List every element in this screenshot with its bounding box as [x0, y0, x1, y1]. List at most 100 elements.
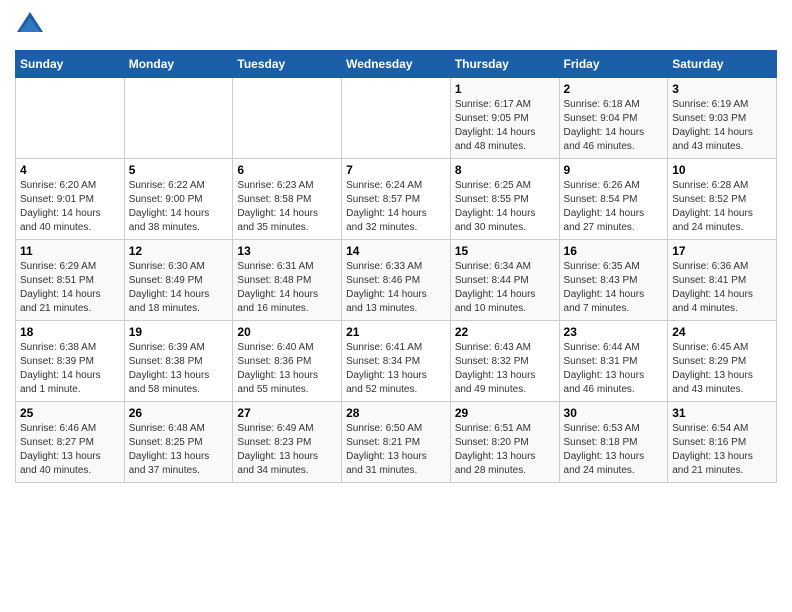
day-info: Sunrise: 6:29 AM Sunset: 8:51 PM Dayligh…	[20, 260, 120, 316]
calendar-cell: 6 Sunrise: 6:23 AM Sunset: 8:58 PM Daylig…	[233, 159, 342, 240]
day-info: Sunrise: 6:30 AM Sunset: 8:49 PM Dayligh…	[129, 260, 229, 316]
calendar-week-row: 18Sunrise: 6:38 AM Sunset: 8:39 PM Dayli…	[16, 321, 777, 402]
calendar-cell: 3 Sunrise: 6:19 AM Sunset: 9:03 PM Daylig…	[668, 78, 777, 159]
weekday-header: Wednesday	[342, 51, 451, 78]
day-number: 28	[346, 406, 446, 420]
calendar-cell: 5 Sunrise: 6:22 AM Sunset: 9:00 PM Daylig…	[124, 159, 233, 240]
calendar-cell	[342, 78, 451, 159]
day-number: 1	[455, 82, 555, 96]
day-info: Sunrise: 6:33 AM Sunset: 8:46 PM Dayligh…	[346, 260, 446, 316]
day-number: 6	[237, 163, 337, 177]
day-info: Sunrise: 6:35 AM Sunset: 8:43 PM Dayligh…	[564, 260, 664, 316]
day-number: 2	[564, 82, 664, 96]
calendar-cell: 18Sunrise: 6:38 AM Sunset: 8:39 PM Dayli…	[16, 321, 125, 402]
day-info: Sunrise: 6:23 AM Sunset: 8:58 PM Dayligh…	[237, 179, 337, 235]
day-info: Sunrise: 6:26 AM Sunset: 8:54 PM Dayligh…	[564, 179, 664, 235]
day-number: 29	[455, 406, 555, 420]
day-info: Sunrise: 6:50 AM Sunset: 8:21 PM Dayligh…	[346, 422, 446, 478]
calendar-cell: 20 Sunrise: 6:40 AM Sunset: 8:36 PM Dayli…	[233, 321, 342, 402]
day-info: Sunrise: 6:31 AM Sunset: 8:48 PM Dayligh…	[237, 260, 337, 316]
calendar-cell: 7 Sunrise: 6:24 AM Sunset: 8:57 PM Daylig…	[342, 159, 451, 240]
calendar-cell: 2 Sunrise: 6:18 AM Sunset: 9:04 PM Daylig…	[559, 78, 668, 159]
calendar-cell: 31 Sunrise: 6:54 AM Sunset: 8:16 PM Dayli…	[668, 402, 777, 483]
calendar-cell: 9 Sunrise: 6:26 AM Sunset: 8:54 PM Daylig…	[559, 159, 668, 240]
day-number: 15	[455, 244, 555, 258]
day-info: Sunrise: 6:18 AM Sunset: 9:04 PM Dayligh…	[564, 98, 664, 154]
day-info: Sunrise: 6:48 AM Sunset: 8:25 PM Dayligh…	[129, 422, 229, 478]
day-info: Sunrise: 6:46 AM Sunset: 8:27 PM Dayligh…	[20, 422, 120, 478]
day-number: 7	[346, 163, 446, 177]
day-info: Sunrise: 6:34 AM Sunset: 8:44 PM Dayligh…	[455, 260, 555, 316]
day-number: 12	[129, 244, 229, 258]
day-info: Sunrise: 6:51 AM Sunset: 8:20 PM Dayligh…	[455, 422, 555, 478]
day-info: Sunrise: 6:28 AM Sunset: 8:52 PM Dayligh…	[672, 179, 772, 235]
calendar-cell: 4Sunrise: 6:20 AM Sunset: 9:01 PM Daylig…	[16, 159, 125, 240]
calendar-cell	[16, 78, 125, 159]
calendar-cell: 17 Sunrise: 6:36 AM Sunset: 8:41 PM Dayli…	[668, 240, 777, 321]
day-info: Sunrise: 6:41 AM Sunset: 8:34 PM Dayligh…	[346, 341, 446, 397]
calendar-cell: 10 Sunrise: 6:28 AM Sunset: 8:52 PM Dayli…	[668, 159, 777, 240]
day-number: 8	[455, 163, 555, 177]
day-number: 18	[20, 325, 120, 339]
calendar-week-row: 25 Sunrise: 6:46 AM Sunset: 8:27 PM Dayli…	[16, 402, 777, 483]
day-number: 3	[672, 82, 772, 96]
day-number: 20	[237, 325, 337, 339]
calendar-table: SundayMondayTuesdayWednesdayThursdayFrid…	[15, 50, 777, 483]
day-number: 9	[564, 163, 664, 177]
weekday-header: Monday	[124, 51, 233, 78]
day-number: 16	[564, 244, 664, 258]
day-info: Sunrise: 6:36 AM Sunset: 8:41 PM Dayligh…	[672, 260, 772, 316]
day-number: 24	[672, 325, 772, 339]
day-number: 21	[346, 325, 446, 339]
calendar-cell: 28 Sunrise: 6:50 AM Sunset: 8:21 PM Dayli…	[342, 402, 451, 483]
calendar-cell: 16 Sunrise: 6:35 AM Sunset: 8:43 PM Dayli…	[559, 240, 668, 321]
calendar-cell: 14 Sunrise: 6:33 AM Sunset: 8:46 PM Dayli…	[342, 240, 451, 321]
day-info: Sunrise: 6:43 AM Sunset: 8:32 PM Dayligh…	[455, 341, 555, 397]
logo-icon	[15, 10, 45, 40]
day-number: 31	[672, 406, 772, 420]
calendar-cell: 24 Sunrise: 6:45 AM Sunset: 8:29 PM Dayli…	[668, 321, 777, 402]
weekday-header: Sunday	[16, 51, 125, 78]
calendar-cell: 8 Sunrise: 6:25 AM Sunset: 8:55 PM Daylig…	[450, 159, 559, 240]
calendar-cell: 15 Sunrise: 6:34 AM Sunset: 8:44 PM Dayli…	[450, 240, 559, 321]
day-info: Sunrise: 6:49 AM Sunset: 8:23 PM Dayligh…	[237, 422, 337, 478]
calendar-cell: 25 Sunrise: 6:46 AM Sunset: 8:27 PM Dayli…	[16, 402, 125, 483]
day-number: 14	[346, 244, 446, 258]
day-number: 25	[20, 406, 120, 420]
day-number: 10	[672, 163, 772, 177]
calendar-cell: 23Sunrise: 6:44 AM Sunset: 8:31 PM Dayli…	[559, 321, 668, 402]
day-info: Sunrise: 6:45 AM Sunset: 8:29 PM Dayligh…	[672, 341, 772, 397]
weekday-header: Saturday	[668, 51, 777, 78]
day-number: 30	[564, 406, 664, 420]
day-info: Sunrise: 6:39 AM Sunset: 8:38 PM Dayligh…	[129, 341, 229, 397]
day-number: 23	[564, 325, 664, 339]
calendar-week-row: 4Sunrise: 6:20 AM Sunset: 9:01 PM Daylig…	[16, 159, 777, 240]
weekday-header-row: SundayMondayTuesdayWednesdayThursdayFrid…	[16, 51, 777, 78]
day-number: 17	[672, 244, 772, 258]
day-info: Sunrise: 6:22 AM Sunset: 9:00 PM Dayligh…	[129, 179, 229, 235]
logo	[15, 10, 49, 40]
calendar-cell	[233, 78, 342, 159]
calendar-cell: 19Sunrise: 6:39 AM Sunset: 8:38 PM Dayli…	[124, 321, 233, 402]
calendar-cell: 21 Sunrise: 6:41 AM Sunset: 8:34 PM Dayli…	[342, 321, 451, 402]
calendar-week-row: 1 Sunrise: 6:17 AM Sunset: 9:05 PM Daylig…	[16, 78, 777, 159]
day-number: 27	[237, 406, 337, 420]
day-info: Sunrise: 6:54 AM Sunset: 8:16 PM Dayligh…	[672, 422, 772, 478]
day-info: Sunrise: 6:24 AM Sunset: 8:57 PM Dayligh…	[346, 179, 446, 235]
day-info: Sunrise: 6:19 AM Sunset: 9:03 PM Dayligh…	[672, 98, 772, 154]
day-info: Sunrise: 6:17 AM Sunset: 9:05 PM Dayligh…	[455, 98, 555, 154]
day-number: 5	[129, 163, 229, 177]
calendar-cell: 11 Sunrise: 6:29 AM Sunset: 8:51 PM Dayli…	[16, 240, 125, 321]
calendar-cell: 22 Sunrise: 6:43 AM Sunset: 8:32 PM Dayli…	[450, 321, 559, 402]
day-number: 11	[20, 244, 120, 258]
calendar-cell: 12 Sunrise: 6:30 AM Sunset: 8:49 PM Dayli…	[124, 240, 233, 321]
day-info: Sunrise: 6:20 AM Sunset: 9:01 PM Dayligh…	[20, 179, 120, 235]
weekday-header: Friday	[559, 51, 668, 78]
day-number: 22	[455, 325, 555, 339]
calendar-cell: 27 Sunrise: 6:49 AM Sunset: 8:23 PM Dayli…	[233, 402, 342, 483]
day-number: 13	[237, 244, 337, 258]
calendar-cell: 26Sunrise: 6:48 AM Sunset: 8:25 PM Dayli…	[124, 402, 233, 483]
page-header	[15, 10, 777, 40]
day-info: Sunrise: 6:40 AM Sunset: 8:36 PM Dayligh…	[237, 341, 337, 397]
day-info: Sunrise: 6:25 AM Sunset: 8:55 PM Dayligh…	[455, 179, 555, 235]
